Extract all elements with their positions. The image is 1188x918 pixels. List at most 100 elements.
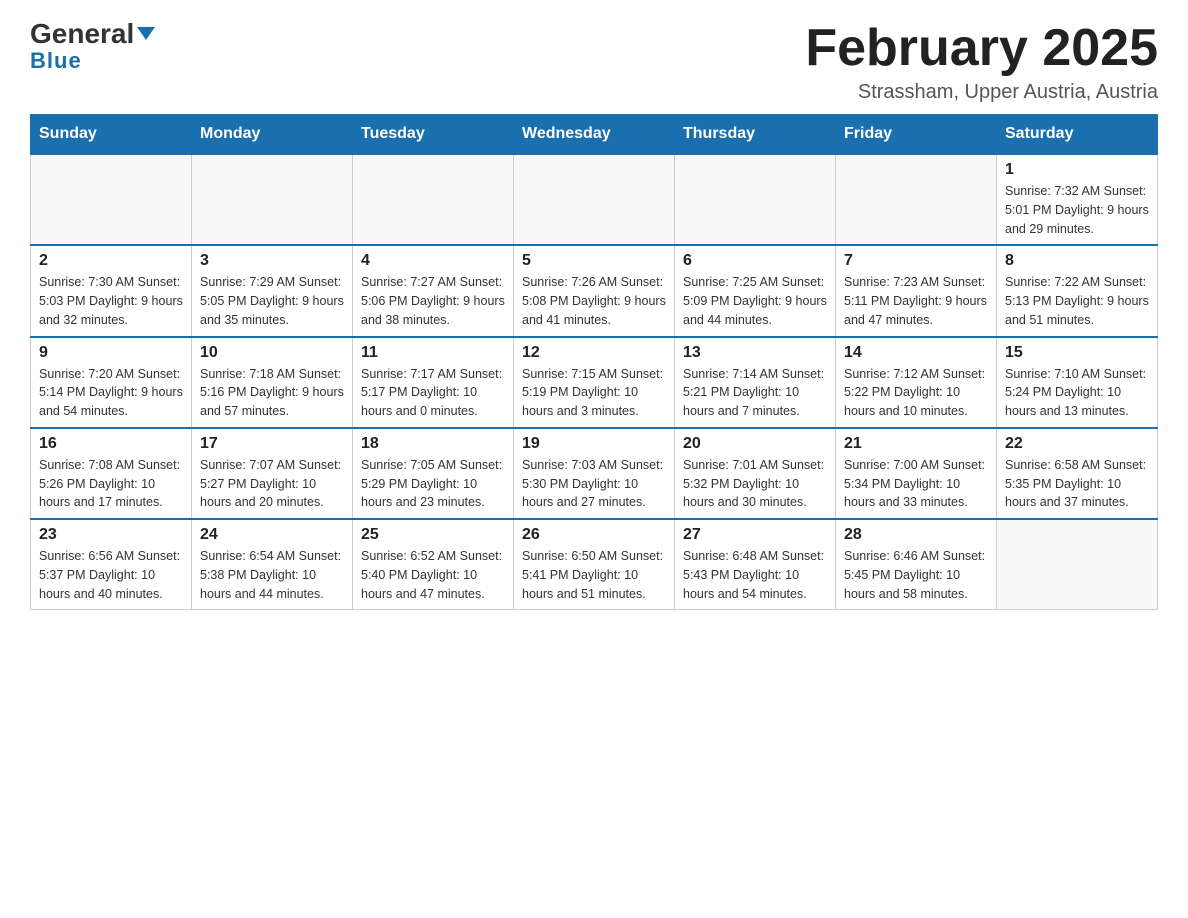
day-info: Sunrise: 7:22 AM Sunset: 5:13 PM Dayligh… xyxy=(1005,273,1149,329)
calendar-cell: 12Sunrise: 7:15 AM Sunset: 5:19 PM Dayli… xyxy=(514,337,675,428)
day-info: Sunrise: 7:00 AM Sunset: 5:34 PM Dayligh… xyxy=(844,456,988,512)
calendar-cell: 18Sunrise: 7:05 AM Sunset: 5:29 PM Dayli… xyxy=(353,428,514,519)
day-number: 18 xyxy=(361,435,505,453)
day-info: Sunrise: 7:08 AM Sunset: 5:26 PM Dayligh… xyxy=(39,456,183,512)
location-title: Strassham, Upper Austria, Austria xyxy=(805,81,1158,104)
day-number: 15 xyxy=(1005,344,1149,362)
calendar-cell: 6Sunrise: 7:25 AM Sunset: 5:09 PM Daylig… xyxy=(675,245,836,336)
calendar-cell: 4Sunrise: 7:27 AM Sunset: 5:06 PM Daylig… xyxy=(353,245,514,336)
calendar-cell: 11 Sunrise: 7:17 AM Sunset: 5:17 PM Dayli… xyxy=(353,337,514,428)
calendar-cell: 20 Sunrise: 7:01 AM Sunset: 5:32 PM Dayli… xyxy=(675,428,836,519)
day-info: Sunrise: 7:18 AM Sunset: 5:16 PM Dayligh… xyxy=(200,365,344,421)
calendar-cell: 23Sunrise: 6:56 AM Sunset: 5:37 PM Dayli… xyxy=(31,519,192,610)
calendar-cell: 9Sunrise: 7:20 AM Sunset: 5:14 PM Daylig… xyxy=(31,337,192,428)
month-title: February 2025 xyxy=(805,20,1158,77)
day-info: Sunrise: 6:54 AM Sunset: 5:38 PM Dayligh… xyxy=(200,547,344,603)
weekday-header-saturday: Saturday xyxy=(997,115,1158,155)
day-info: Sunrise: 7:15 AM Sunset: 5:19 PM Dayligh… xyxy=(522,365,666,421)
calendar-cell: 28 Sunrise: 6:46 AM Sunset: 5:45 PM Dayli… xyxy=(836,519,997,610)
calendar-cell: 25 Sunrise: 6:52 AM Sunset: 5:40 PM Dayli… xyxy=(353,519,514,610)
day-info: Sunrise: 6:56 AM Sunset: 5:37 PM Dayligh… xyxy=(39,547,183,603)
calendar-cell: 7 Sunrise: 7:23 AM Sunset: 5:11 PM Daylig… xyxy=(836,245,997,336)
day-number: 10 xyxy=(200,344,344,362)
day-number: 16 xyxy=(39,435,183,453)
calendar-cell: 22Sunrise: 6:58 AM Sunset: 5:35 PM Dayli… xyxy=(997,428,1158,519)
day-info: Sunrise: 6:52 AM Sunset: 5:40 PM Dayligh… xyxy=(361,547,505,603)
day-number: 24 xyxy=(200,526,344,544)
day-info: Sunrise: 7:07 AM Sunset: 5:27 PM Dayligh… xyxy=(200,456,344,512)
day-number: 5 xyxy=(522,252,666,270)
calendar-cell: 14 Sunrise: 7:12 AM Sunset: 5:22 PM Dayli… xyxy=(836,337,997,428)
day-info: Sunrise: 7:14 AM Sunset: 5:21 PM Dayligh… xyxy=(683,365,827,421)
day-number: 20 xyxy=(683,435,827,453)
day-number: 21 xyxy=(844,435,988,453)
calendar-cell: 19 Sunrise: 7:03 AM Sunset: 5:30 PM Dayli… xyxy=(514,428,675,519)
calendar-cell: 8 Sunrise: 7:22 AM Sunset: 5:13 PM Daylig… xyxy=(997,245,1158,336)
day-info: Sunrise: 7:12 AM Sunset: 5:22 PM Dayligh… xyxy=(844,365,988,421)
day-info: Sunrise: 7:23 AM Sunset: 5:11 PM Dayligh… xyxy=(844,273,988,329)
calendar-week-row: 16 Sunrise: 7:08 AM Sunset: 5:26 PM Dayli… xyxy=(31,428,1158,519)
day-info: Sunrise: 7:10 AM Sunset: 5:24 PM Dayligh… xyxy=(1005,365,1149,421)
day-number: 27 xyxy=(683,526,827,544)
weekday-header-tuesday: Tuesday xyxy=(353,115,514,155)
calendar-week-row: 1 Sunrise: 7:32 AM Sunset: 5:01 PM Daylig… xyxy=(31,154,1158,245)
calendar-cell xyxy=(353,154,514,245)
day-info: Sunrise: 7:29 AM Sunset: 5:05 PM Dayligh… xyxy=(200,273,344,329)
day-info: Sunrise: 6:48 AM Sunset: 5:43 PM Dayligh… xyxy=(683,547,827,603)
calendar-header: SundayMondayTuesdayWednesdayThursdayFrid… xyxy=(31,115,1158,155)
day-info: Sunrise: 7:26 AM Sunset: 5:08 PM Dayligh… xyxy=(522,273,666,329)
day-info: Sunrise: 7:01 AM Sunset: 5:32 PM Dayligh… xyxy=(683,456,827,512)
day-info: Sunrise: 7:17 AM Sunset: 5:17 PM Dayligh… xyxy=(361,365,505,421)
weekday-header-friday: Friday xyxy=(836,115,997,155)
day-number: 7 xyxy=(844,252,988,270)
day-number: 26 xyxy=(522,526,666,544)
calendar-week-row: 2 Sunrise: 7:30 AM Sunset: 5:03 PM Daylig… xyxy=(31,245,1158,336)
day-info: Sunrise: 6:50 AM Sunset: 5:41 PM Dayligh… xyxy=(522,547,666,603)
day-number: 9 xyxy=(39,344,183,362)
weekday-header-row: SundayMondayTuesdayWednesdayThursdayFrid… xyxy=(31,115,1158,155)
day-info: Sunrise: 7:03 AM Sunset: 5:30 PM Dayligh… xyxy=(522,456,666,512)
day-number: 13 xyxy=(683,344,827,362)
day-info: Sunrise: 6:58 AM Sunset: 5:35 PM Dayligh… xyxy=(1005,456,1149,512)
calendar-cell: 2 Sunrise: 7:30 AM Sunset: 5:03 PM Daylig… xyxy=(31,245,192,336)
page-header: General Blue February 2025 Strassham, Up… xyxy=(30,20,1158,104)
logo-wordmark: General xyxy=(30,20,155,48)
calendar-cell: 1 Sunrise: 7:32 AM Sunset: 5:01 PM Daylig… xyxy=(997,154,1158,245)
day-number: 19 xyxy=(522,435,666,453)
calendar-cell: 27 Sunrise: 6:48 AM Sunset: 5:43 PM Dayli… xyxy=(675,519,836,610)
calendar-cell: 3 Sunrise: 7:29 AM Sunset: 5:05 PM Daylig… xyxy=(192,245,353,336)
calendar-week-row: 23Sunrise: 6:56 AM Sunset: 5:37 PM Dayli… xyxy=(31,519,1158,610)
calendar-week-row: 9Sunrise: 7:20 AM Sunset: 5:14 PM Daylig… xyxy=(31,337,1158,428)
day-number: 28 xyxy=(844,526,988,544)
day-info: Sunrise: 7:32 AM Sunset: 5:01 PM Dayligh… xyxy=(1005,182,1149,238)
day-info: Sunrise: 7:30 AM Sunset: 5:03 PM Dayligh… xyxy=(39,273,183,329)
day-info: Sunrise: 7:27 AM Sunset: 5:06 PM Dayligh… xyxy=(361,273,505,329)
calendar-cell xyxy=(997,519,1158,610)
calendar-cell: 5 Sunrise: 7:26 AM Sunset: 5:08 PM Daylig… xyxy=(514,245,675,336)
calendar-body: 1 Sunrise: 7:32 AM Sunset: 5:01 PM Daylig… xyxy=(31,154,1158,610)
day-number: 3 xyxy=(200,252,344,270)
day-number: 25 xyxy=(361,526,505,544)
day-number: 8 xyxy=(1005,252,1149,270)
calendar-cell: 17Sunrise: 7:07 AM Sunset: 5:27 PM Dayli… xyxy=(192,428,353,519)
logo: General Blue xyxy=(30,20,155,74)
calendar-cell xyxy=(675,154,836,245)
day-info: Sunrise: 6:46 AM Sunset: 5:45 PM Dayligh… xyxy=(844,547,988,603)
day-number: 6 xyxy=(683,252,827,270)
calendar-cell xyxy=(31,154,192,245)
day-number: 14 xyxy=(844,344,988,362)
calendar-cell: 26 Sunrise: 6:50 AM Sunset: 5:41 PM Dayli… xyxy=(514,519,675,610)
day-number: 1 xyxy=(1005,161,1149,179)
weekday-header-sunday: Sunday xyxy=(31,115,192,155)
weekday-header-monday: Monday xyxy=(192,115,353,155)
calendar-cell xyxy=(514,154,675,245)
title-area: February 2025 Strassham, Upper Austria, … xyxy=(805,20,1158,104)
weekday-header-thursday: Thursday xyxy=(675,115,836,155)
calendar-cell: 24 Sunrise: 6:54 AM Sunset: 5:38 PM Dayli… xyxy=(192,519,353,610)
calendar-cell: 16 Sunrise: 7:08 AM Sunset: 5:26 PM Dayli… xyxy=(31,428,192,519)
day-number: 2 xyxy=(39,252,183,270)
day-number: 11 xyxy=(361,344,505,362)
calendar-cell xyxy=(836,154,997,245)
weekday-header-wednesday: Wednesday xyxy=(514,115,675,155)
calendar-cell: 13 Sunrise: 7:14 AM Sunset: 5:21 PM Dayli… xyxy=(675,337,836,428)
